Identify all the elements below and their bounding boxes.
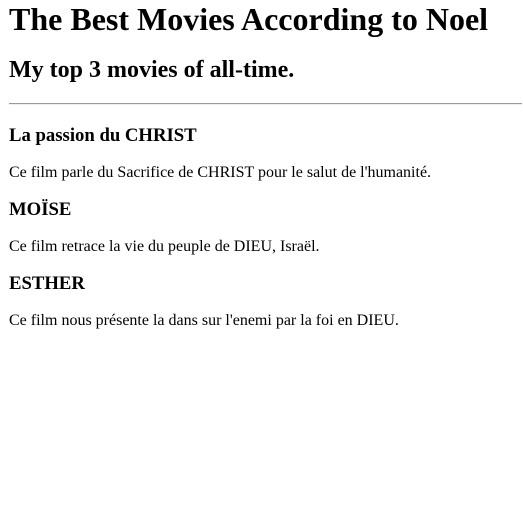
movie-description: Ce film nous présente la dans sur l'enem… [9, 312, 399, 329]
movie-item: ESTHER Ce film nous présente la dans sur… [9, 273, 523, 330]
movie-title: La passion du CHRIST [9, 125, 197, 146]
movie-description: Ce film retrace la vie du peuple de DIEU… [9, 238, 320, 255]
movie-item: La passion du CHRIST Ce film parle du Sa… [9, 125, 523, 182]
movie-title: ESTHER [9, 273, 85, 294]
page-title: The Best Movies According to Noel [9, 1, 489, 37]
page-content: The Best Movies According to Noel My top… [0, 0, 523, 330]
divider [9, 103, 522, 105]
movie-item: MOÏSE Ce film retrace la vie du peuple d… [9, 199, 523, 256]
movie-title: MOÏSE [9, 199, 72, 220]
movie-description: Ce film parle du Sacrifice de CHRIST pou… [9, 164, 432, 181]
page-subtitle: My top 3 movies of all-time. [9, 57, 295, 83]
